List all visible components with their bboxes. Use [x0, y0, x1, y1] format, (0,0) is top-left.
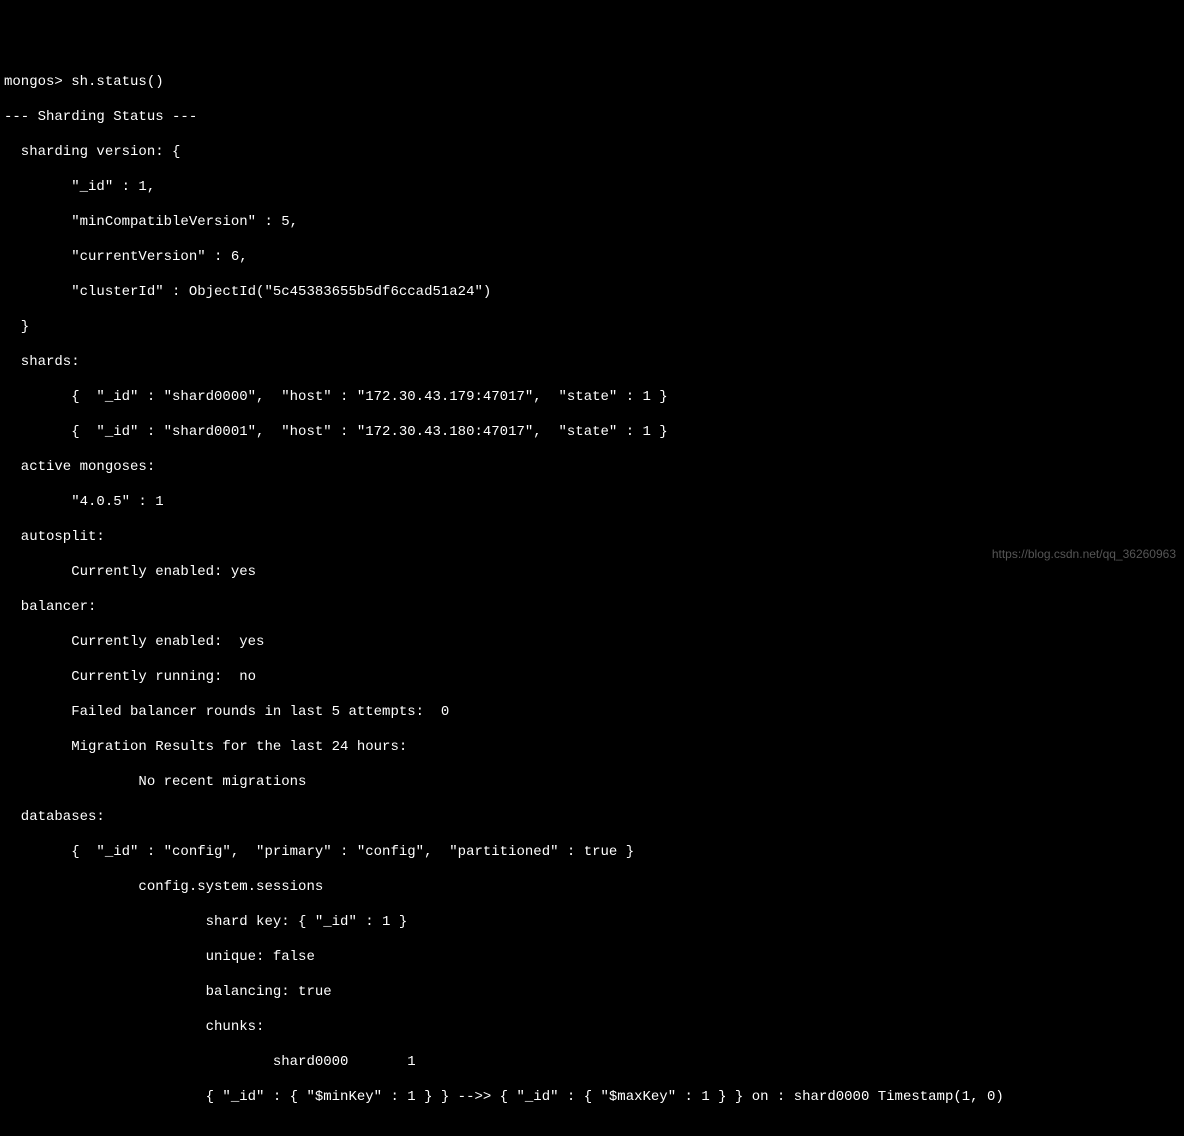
sharding-version-open: sharding version: { — [4, 144, 1180, 162]
database-shardkey: shard key: { "_id" : 1 } — [4, 914, 1180, 932]
autosplit-enabled: Currently enabled: yes — [4, 564, 1180, 582]
sharding-version-mincompat: "minCompatibleVersion" : 5, — [4, 214, 1180, 232]
active-mongoses-version: "4.0.5" : 1 — [4, 494, 1180, 512]
balancer-running: Currently running: no — [4, 669, 1180, 687]
balancer-nomigrations: No recent migrations — [4, 774, 1180, 792]
active-mongoses-label: active mongoses: — [4, 459, 1180, 477]
prompt-line[interactable]: mongos> sh.status() — [4, 74, 1180, 92]
balancer-enabled: Currently enabled: yes — [4, 634, 1180, 652]
database-sessions: config.system.sessions — [4, 879, 1180, 897]
watermark-text: https://blog.csdn.net/qq_36260963 — [992, 547, 1176, 562]
database-shard0000: shard0000 1 — [4, 1054, 1180, 1072]
status-header: --- Sharding Status --- — [4, 109, 1180, 127]
balancer-migration: Migration Results for the last 24 hours: — [4, 739, 1180, 757]
databases-label: databases: — [4, 809, 1180, 827]
autosplit-label: autosplit: — [4, 529, 1180, 547]
shell-prompt: mongos> — [4, 74, 71, 90]
sharding-version-clusterid: "clusterId" : ObjectId("5c45383655b5df6c… — [4, 284, 1180, 302]
sharding-version-id: "_id" : 1, — [4, 179, 1180, 197]
balancer-label: balancer: — [4, 599, 1180, 617]
sharding-version-current: "currentVersion" : 6, — [4, 249, 1180, 267]
database-unique: unique: false — [4, 949, 1180, 967]
database-chunks: chunks: — [4, 1019, 1180, 1037]
database-config: { "_id" : "config", "primary" : "config"… — [4, 844, 1180, 862]
shard-entry-0: { "_id" : "shard0000", "host" : "172.30.… — [4, 389, 1180, 407]
shard-entry-1: { "_id" : "shard0001", "host" : "172.30.… — [4, 424, 1180, 442]
shards-label: shards: — [4, 354, 1180, 372]
sharding-version-close: } — [4, 319, 1180, 337]
command-input: sh.status() — [71, 74, 163, 90]
balancer-failed: Failed balancer rounds in last 5 attempt… — [4, 704, 1180, 722]
database-range: { "_id" : { "$minKey" : 1 } } -->> { "_i… — [4, 1089, 1180, 1107]
database-balancing: balancing: true — [4, 984, 1180, 1002]
